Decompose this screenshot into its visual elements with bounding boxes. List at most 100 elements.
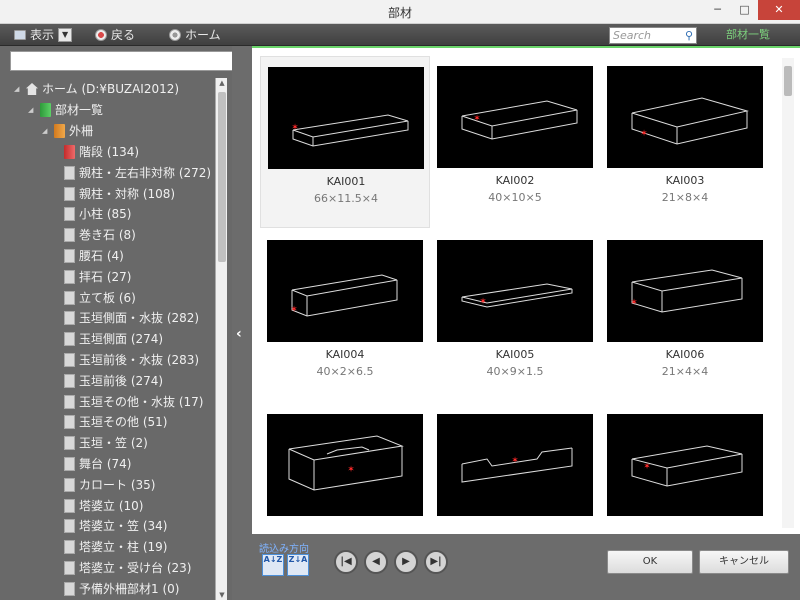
part-thumbnail[interactable]: ✶	[607, 66, 763, 168]
ok-button[interactable]: OK	[607, 550, 693, 574]
part-card[interactable]: ✶ KAI001 66×11.5×4	[260, 56, 430, 228]
page-icon	[64, 436, 75, 451]
prev-page-button[interactable]: ◀	[364, 550, 388, 574]
part-name: KAI006	[665, 348, 705, 361]
page-icon	[64, 498, 75, 513]
svg-text:✶: ✶	[479, 297, 487, 307]
back-button[interactable]: 戻る	[95, 27, 135, 43]
tree-item[interactable]: 塔婆立・受け台 (23)	[64, 559, 191, 577]
tree-item[interactable]: 玉垣その他・水抜 (17)	[64, 393, 203, 411]
tree-item[interactable]: 小柱 (85)	[64, 205, 131, 223]
sort-ascending-button[interactable]: A↓Z	[262, 554, 284, 576]
svg-text:✶: ✶	[291, 123, 299, 133]
scroll-down-icon[interactable]: ▼	[216, 591, 228, 599]
next-page-button[interactable]: ▶	[394, 550, 418, 574]
view-label: 表示	[30, 28, 55, 42]
tree-item[interactable]: カロート (35)	[64, 476, 155, 494]
part-card[interactable]: ✶ KAI005 40×9×1.5	[430, 230, 600, 402]
tree-item-label: 塔婆立・柱 (19)	[79, 540, 168, 555]
scroll-thumb[interactable]	[784, 66, 792, 96]
part-card[interactable]: ✶ KAI003 21×8×4	[600, 56, 770, 228]
view-menu[interactable]: 表示 ▼	[14, 27, 73, 43]
part-card[interactable]: ✶ KAI004 40×2×6.5	[260, 230, 430, 402]
tree-root-label: ホーム (D:¥BUZAI2012)	[42, 82, 180, 96]
svg-text:✶: ✶	[473, 114, 481, 124]
tree-item[interactable]: 塔婆立・柱 (19)	[64, 538, 167, 556]
part-thumbnail[interactable]: ✶	[267, 414, 423, 516]
tree-item[interactable]: 玉垣・笠 (2)	[64, 434, 148, 452]
tree-item[interactable]: 階段 (134)	[64, 143, 139, 161]
search-icon[interactable]: ⚲	[685, 28, 693, 43]
page-icon	[64, 186, 75, 201]
tree-item[interactable]: 塔婆立・笠 (34)	[64, 517, 167, 535]
search-input[interactable]: Search ⚲	[609, 27, 697, 44]
tree-scrollbar[interactable]: ▲ ▼	[215, 78, 227, 600]
scroll-up-icon[interactable]: ▲	[216, 79, 228, 87]
tree-item[interactable]: 拝石 (27)	[64, 268, 131, 286]
page-icon	[64, 373, 75, 388]
tree-item[interactable]: 腰石 (4)	[64, 247, 124, 265]
close-button[interactable]: ✕	[758, 0, 800, 20]
expand-arrow-icon[interactable]: ◢	[42, 122, 50, 140]
tree-item-label: 玉垣側面 (274)	[79, 332, 164, 347]
tree-item-label: 玉垣・笠 (2)	[79, 436, 148, 451]
collapse-left-icon[interactable]: ‹	[236, 326, 242, 342]
sort-descending-button[interactable]: Z↓A	[287, 554, 309, 576]
home-folder-icon	[26, 83, 38, 95]
tree-item[interactable]: 塔婆立 (10)	[64, 497, 143, 515]
tree-item[interactable]: 玉垣前後・水抜 (283)	[64, 351, 199, 369]
tree-item[interactable]: 舞台 (74)	[64, 455, 131, 473]
tree-node-fence[interactable]: ◢ 外柵	[42, 122, 93, 140]
part-thumbnail[interactable]: ✶	[268, 67, 424, 169]
first-page-button[interactable]: |◀	[334, 550, 358, 574]
tree-item[interactable]: 親柱・対称 (108)	[64, 185, 175, 203]
part-name: KAI001	[326, 175, 366, 188]
tree-item-label: 親柱・対称 (108)	[79, 186, 176, 201]
part-thumbnail[interactable]: ✶	[607, 240, 763, 342]
page-icon	[64, 415, 75, 430]
part-thumbnail[interactable]: ✶	[437, 66, 593, 168]
tree-item[interactable]: 予備外柵部材1 (0)	[64, 580, 179, 598]
tree-item[interactable]: 巻き石 (8)	[64, 226, 136, 244]
tree-item[interactable]: 玉垣前後 (274)	[64, 372, 163, 390]
svg-text:✶: ✶	[290, 305, 298, 315]
part-card[interactable]: ✶ KAI006 21×4×4	[600, 230, 770, 402]
parts-list-label[interactable]: 部材一覧	[708, 27, 788, 43]
part-thumbnail[interactable]: ✶	[437, 414, 593, 516]
page-icon	[64, 477, 75, 492]
minimize-button[interactable]: ─	[704, 0, 731, 20]
tree-node-label: 部材一覧	[55, 103, 104, 117]
expand-arrow-icon[interactable]: ◢	[28, 101, 36, 119]
chevron-down-icon[interactable]: ▼	[58, 28, 73, 42]
grid-scrollbar[interactable]	[782, 58, 794, 528]
panel-splitter[interactable]: ‹	[232, 46, 252, 600]
last-page-button[interactable]: ▶|	[424, 550, 448, 574]
tree-item-label: カロート (35)	[79, 477, 156, 492]
part-thumbnail[interactable]: ✶	[267, 240, 423, 342]
tree-item[interactable]: 親柱・左右非対称 (272)	[64, 164, 211, 182]
tree-item[interactable]: 立て板 (6)	[64, 289, 136, 307]
part-name: KAI005	[495, 348, 535, 361]
tree-search-input[interactable]	[10, 51, 254, 71]
home-button[interactable]: ホーム	[169, 27, 221, 43]
tree-item[interactable]: 玉垣側面・水抜 (282)	[64, 309, 199, 327]
tree-root[interactable]: ◢ ホーム (D:¥BUZAI2012)	[14, 80, 179, 98]
part-card[interactable]: ✶ KAI002 40×10×5	[430, 56, 600, 228]
tree-item-label: 塔婆立・受け台 (23)	[79, 561, 192, 575]
part-thumbnail[interactable]: ✶	[437, 240, 593, 342]
scroll-thumb[interactable]	[218, 92, 226, 262]
cancel-button[interactable]: キャンセル	[699, 550, 789, 574]
green-book-icon	[40, 103, 51, 117]
expand-arrow-icon[interactable]: ◢	[14, 80, 22, 98]
tree-item[interactable]: 玉垣その他 (51)	[64, 413, 167, 431]
page-icon	[64, 311, 75, 326]
part-thumbnail[interactable]: ✶	[607, 414, 763, 516]
tree-item-label: 塔婆立 (10)	[79, 498, 144, 513]
part-dimensions: 21×4×4	[661, 365, 709, 378]
page-icon	[64, 332, 75, 347]
maximize-button[interactable]: □	[731, 0, 758, 20]
tree-item[interactable]: 玉垣側面 (274)	[64, 330, 163, 348]
tree-node-parts-list[interactable]: ◢ 部材一覧	[28, 101, 103, 119]
page-icon	[64, 353, 75, 367]
part-dimensions: 40×2×6.5	[316, 365, 374, 378]
